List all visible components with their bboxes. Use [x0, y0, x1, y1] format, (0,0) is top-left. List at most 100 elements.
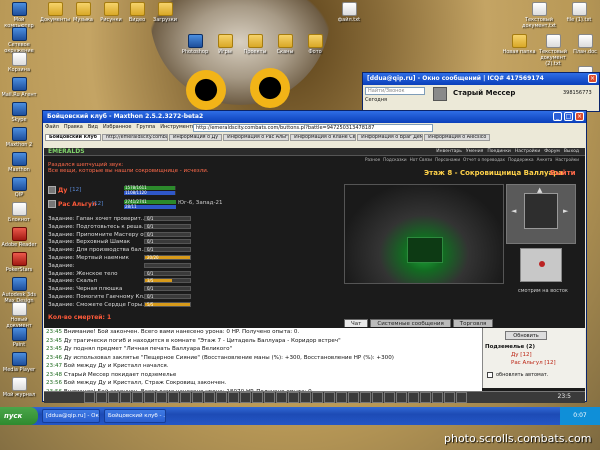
- desktop-icon[interactable]: Skype: [0, 102, 38, 123]
- action-slot[interactable]: [384, 392, 395, 403]
- action-slot[interactable]: [156, 392, 167, 403]
- action-slot[interactable]: [420, 392, 431, 403]
- action-slot[interactable]: [300, 392, 311, 403]
- desktop-icon[interactable]: Текстовый документ.txt: [520, 2, 558, 29]
- action-slot[interactable]: [432, 392, 443, 403]
- action-slot[interactable]: [360, 392, 371, 403]
- chat-tab[interactable]: Торговля: [452, 319, 494, 327]
- start-button[interactable]: пуск: [0, 407, 38, 425]
- qip-search-input[interactable]: Найти/Звонок: [365, 87, 425, 95]
- action-slot[interactable]: [276, 392, 287, 403]
- sub-nav-item[interactable]: Персонажи: [435, 157, 460, 162]
- action-slot[interactable]: [96, 392, 107, 403]
- arrow-left-icon[interactable]: ◄: [511, 207, 516, 215]
- action-slot[interactable]: [180, 392, 191, 403]
- sub-nav-item[interactable]: Отчет о переводах: [463, 157, 505, 162]
- desktop-icon[interactable]: Maxthon 2: [0, 127, 38, 148]
- chat-tab[interactable]: Системные сообщения: [370, 319, 451, 327]
- player-name[interactable]: Рас Альгул: [58, 201, 96, 208]
- desktop-icon[interactable]: Корзина: [0, 52, 38, 73]
- desktop-icon[interactable]: файл.txt: [330, 2, 368, 23]
- desktop-icon[interactable]: Сетевое окружение: [0, 27, 38, 54]
- action-slot[interactable]: [264, 392, 275, 403]
- address-bar[interactable]: http://emeraldscity.combats.com/buttons.…: [193, 124, 433, 132]
- arrow-right-icon[interactable]: ►: [563, 207, 568, 215]
- taskbar-item-browser[interactable]: Бойцовский клуб - ...: [104, 409, 166, 423]
- desktop-icon[interactable]: Maxthon: [0, 152, 38, 173]
- maximize-icon[interactable]: □: [564, 112, 573, 121]
- desktop-icon[interactable]: Блокнот: [0, 202, 38, 223]
- desktop-icon[interactable]: Adobe Reader: [0, 227, 38, 248]
- action-slot[interactable]: [348, 392, 359, 403]
- desktop-icon[interactable]: Загрузки: [146, 2, 184, 23]
- qip-window[interactable]: [ddua@qip.ru] - Окно сообщений | ICQ# 41…: [362, 72, 600, 112]
- desktop-icon[interactable]: PokerStars: [0, 252, 38, 273]
- sub-nav-item[interactable]: Поддержка: [508, 157, 534, 162]
- action-slot[interactable]: [408, 392, 419, 403]
- desktop-icon[interactable]: Новая папка: [500, 34, 538, 55]
- browser-tab[interactable]: Информация о Рас Альгул: [223, 134, 290, 141]
- close-icon[interactable]: ×: [588, 74, 597, 83]
- browser-tab[interactable]: Информация о Ду: [168, 134, 223, 141]
- browser-tab[interactable]: http://emeraldscity.combats.com/m...: [101, 134, 168, 141]
- menu-item[interactable]: Избранное: [103, 124, 131, 130]
- refresh-button[interactable]: Обновить: [505, 331, 547, 340]
- close-icon[interactable]: ×: [575, 112, 584, 121]
- sub-nav-item[interactable]: Разное: [365, 157, 380, 162]
- desktop-icon[interactable]: QIP: [0, 177, 38, 198]
- browser-titlebar[interactable]: Бойцовский клуб - Maxthon 2.5.2.3272-bet…: [43, 111, 586, 123]
- exit-link[interactable]: Выйти: [550, 169, 576, 177]
- group-member[interactable]: Ду [12]: [511, 352, 532, 358]
- minimize-icon[interactable]: _: [553, 112, 562, 121]
- menu-item[interactable]: Вид: [88, 124, 98, 130]
- top-nav-item[interactable]: Инвентарь: [436, 149, 462, 154]
- action-slot[interactable]: [216, 392, 227, 403]
- top-nav-item[interactable]: Выход: [564, 149, 579, 154]
- menu-item[interactable]: Правка: [64, 124, 83, 130]
- action-slot[interactable]: [372, 392, 383, 403]
- action-slot[interactable]: [228, 392, 239, 403]
- menu-item[interactable]: Инструменты: [160, 124, 196, 130]
- action-slot[interactable]: [312, 392, 323, 403]
- sub-nav-item[interactable]: Настройки: [555, 157, 579, 162]
- top-nav-item[interactable]: Поединки: [487, 149, 511, 154]
- player-name[interactable]: Ду: [58, 187, 67, 194]
- action-slot[interactable]: [144, 392, 155, 403]
- action-slot[interactable]: [288, 392, 299, 403]
- desktop-icon[interactable]: Autodesk 3ds Max Design: [0, 277, 38, 304]
- top-nav-item[interactable]: Умения: [466, 149, 483, 154]
- dungeon-view[interactable]: [344, 184, 504, 284]
- browser-tab[interactable]: Информация о Враг Демона: [357, 134, 424, 141]
- sub-nav-item[interactable]: Анкета: [537, 157, 553, 162]
- top-nav-item[interactable]: Форум: [544, 149, 560, 154]
- action-slot[interactable]: [192, 392, 203, 403]
- desktop-icon[interactable]: Media Player: [0, 352, 38, 373]
- desktop-icon[interactable]: Новый документ: [0, 302, 38, 329]
- action-slot[interactable]: [132, 392, 143, 403]
- desktop-icon[interactable]: Paint: [0, 327, 38, 348]
- desktop-icon[interactable]: Mail.Ru Агент: [0, 77, 38, 98]
- taskbar-item-qip[interactable]: [ddua@qip.ru] - Окн...: [42, 409, 100, 423]
- sub-nav-item[interactable]: Подсказки: [383, 157, 406, 162]
- action-slot[interactable]: [456, 392, 467, 403]
- sub-nav-item[interactable]: Нот Связи: [410, 157, 432, 162]
- browser-tab[interactable]: Информация о Alecsico: [424, 134, 491, 141]
- auto-refresh-checkbox[interactable]: [487, 372, 493, 378]
- action-slot[interactable]: [108, 392, 119, 403]
- action-slot[interactable]: [324, 392, 335, 403]
- action-slot[interactable]: [444, 392, 455, 403]
- desktop-icon[interactable]: План.doc: [566, 34, 600, 55]
- group-member[interactable]: Рас Альгул [12]: [511, 360, 556, 366]
- menu-item[interactable]: Файл: [45, 124, 59, 130]
- browser-tab[interactable]: Бойцовский клуб: [45, 134, 101, 141]
- qip-titlebar[interactable]: [ddua@qip.ru] - Окно сообщений | ICQ# 41…: [363, 73, 599, 85]
- browser-tab[interactable]: Информация о клане Centuria: [290, 134, 357, 141]
- action-slot[interactable]: [204, 392, 215, 403]
- action-slot[interactable]: [240, 392, 251, 403]
- menu-item[interactable]: Группа: [136, 124, 155, 130]
- arrow-up-icon[interactable]: ▲: [537, 186, 542, 194]
- desktop-icon[interactable]: file (1).txt: [560, 2, 598, 23]
- action-slot[interactable]: [120, 392, 131, 403]
- treasure-chest-icon[interactable]: [407, 237, 443, 263]
- chat-tab[interactable]: Чат: [344, 319, 369, 327]
